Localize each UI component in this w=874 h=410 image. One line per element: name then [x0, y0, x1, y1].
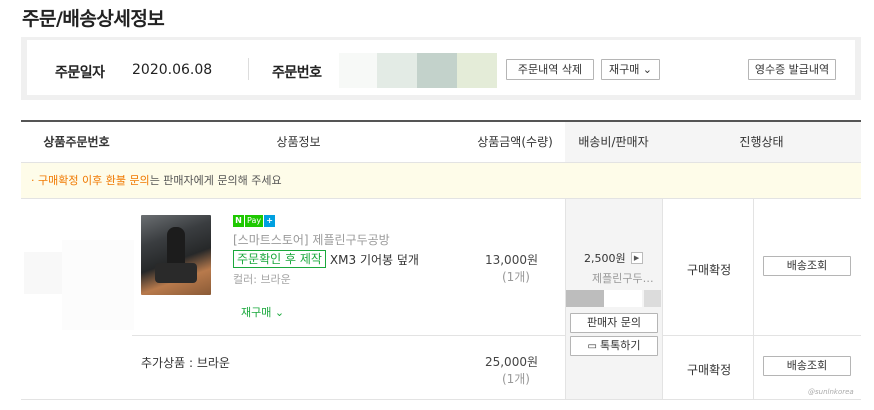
shipping-fee-arrow-icon[interactable]: ▶: [630, 252, 643, 264]
col-divider: [662, 199, 663, 400]
seller-name: 제플린구두…: [592, 272, 654, 285]
product-order-number-redacted: [62, 240, 134, 330]
shipping-fee: 2,500원 ▶: [584, 250, 643, 266]
page-title: 주문/배송상세정보: [22, 8, 165, 30]
order-number-redacted: [377, 53, 417, 88]
seller-info-redacted: [644, 290, 661, 307]
seller-info-redacted: [566, 290, 604, 307]
product-price: 13,000원: [484, 253, 538, 267]
row-divider: [132, 335, 565, 336]
header-product-info: 상품정보: [276, 135, 321, 149]
product-name[interactable]: 주문확인 후 제작 XM3 기어봉 덮개: [233, 250, 419, 268]
product-option: 컬러: 브라운: [233, 273, 291, 286]
order-date-label: 주문일자: [55, 65, 105, 81]
extra-product-price: 25,000원: [484, 355, 538, 369]
order-date-value: 2020.06.08: [132, 62, 213, 78]
talktalk-label: 톡톡하기: [599, 339, 641, 352]
notice-highlight: · 구매확정 이후 환불 문의: [31, 174, 150, 187]
row-divider: [662, 335, 861, 336]
talktalk-button[interactable]: ▭ 톡톡하기: [570, 336, 658, 356]
notice-bottom-line: [21, 198, 861, 199]
seller-info-redacted: [604, 290, 642, 307]
order-number-redacted: [457, 53, 497, 88]
notice-text: 는 판매자에게 문의해 주세요: [149, 174, 282, 187]
extra-product-qty: (1개): [501, 372, 530, 386]
extra-track-delivery-button[interactable]: 배송조회: [763, 356, 851, 376]
order-summary-box: 주문일자 2020.06.08 주문번호 주문내역 삭제 재구매 ⌄ 영수증 발…: [21, 37, 861, 100]
refund-notice: · 구매확정 이후 환불 문의는 판매자에게 문의해 주세요: [21, 163, 861, 198]
order-number-redacted: [417, 53, 457, 88]
npay-badge: N Pay +: [233, 215, 276, 227]
rebuy-dropdown-button[interactable]: 재구매 ⌄: [601, 59, 660, 80]
product-name-text[interactable]: XM3 기어봉 덮개: [330, 251, 419, 268]
gear-knob-shape: [167, 227, 185, 267]
extra-product-label: 추가상품 : 브라운: [141, 356, 230, 370]
seller-inquiry-button[interactable]: 판매자 문의: [570, 313, 658, 333]
made-to-order-tag: 주문확인 후 제작: [233, 250, 326, 268]
npay-pay-label: Pay: [245, 215, 264, 227]
delete-order-button[interactable]: 주문내역 삭제: [506, 59, 594, 80]
rebuy-link[interactable]: 재구매 ⌄: [241, 304, 284, 320]
summary-divider: [248, 58, 249, 80]
product-qty: (1개): [501, 270, 530, 284]
store-name-link[interactable]: [스마트스토어] 제플린구두공방: [233, 231, 390, 248]
order-summary-inner: 주문일자 2020.06.08 주문번호 주문내역 삭제 재구매 ⌄ 영수증 발…: [27, 40, 855, 95]
header-product-order-no: 상품주문번호: [43, 135, 110, 149]
gear-cover-shape: [155, 263, 197, 283]
header-price-qty: 상품금액(수량): [477, 135, 553, 149]
header-shipping-seller: 배송비/판매자: [565, 122, 662, 162]
npay-n-icon: N: [233, 215, 244, 227]
chat-icon: ▭: [587, 341, 597, 352]
npay-plus-icon: +: [264, 215, 276, 227]
order-number-redacted: [339, 53, 377, 88]
header-status: 진행상태: [662, 122, 861, 162]
table-bottom-line: [21, 399, 861, 400]
receipt-history-button[interactable]: 영수증 발급내역: [748, 59, 836, 80]
shipping-fee-value: 2,500원: [584, 252, 626, 265]
product-order-number-redacted: [24, 252, 62, 294]
col-divider: [753, 199, 754, 400]
watermark: @sunlnkorea: [808, 388, 854, 396]
product-thumbnail[interactable]: [141, 215, 211, 295]
track-delivery-button[interactable]: 배송조회: [763, 256, 851, 276]
extra-order-status: 구매확정: [687, 363, 732, 377]
order-number-label: 주문번호: [272, 65, 322, 81]
order-status: 구매확정: [687, 263, 732, 277]
